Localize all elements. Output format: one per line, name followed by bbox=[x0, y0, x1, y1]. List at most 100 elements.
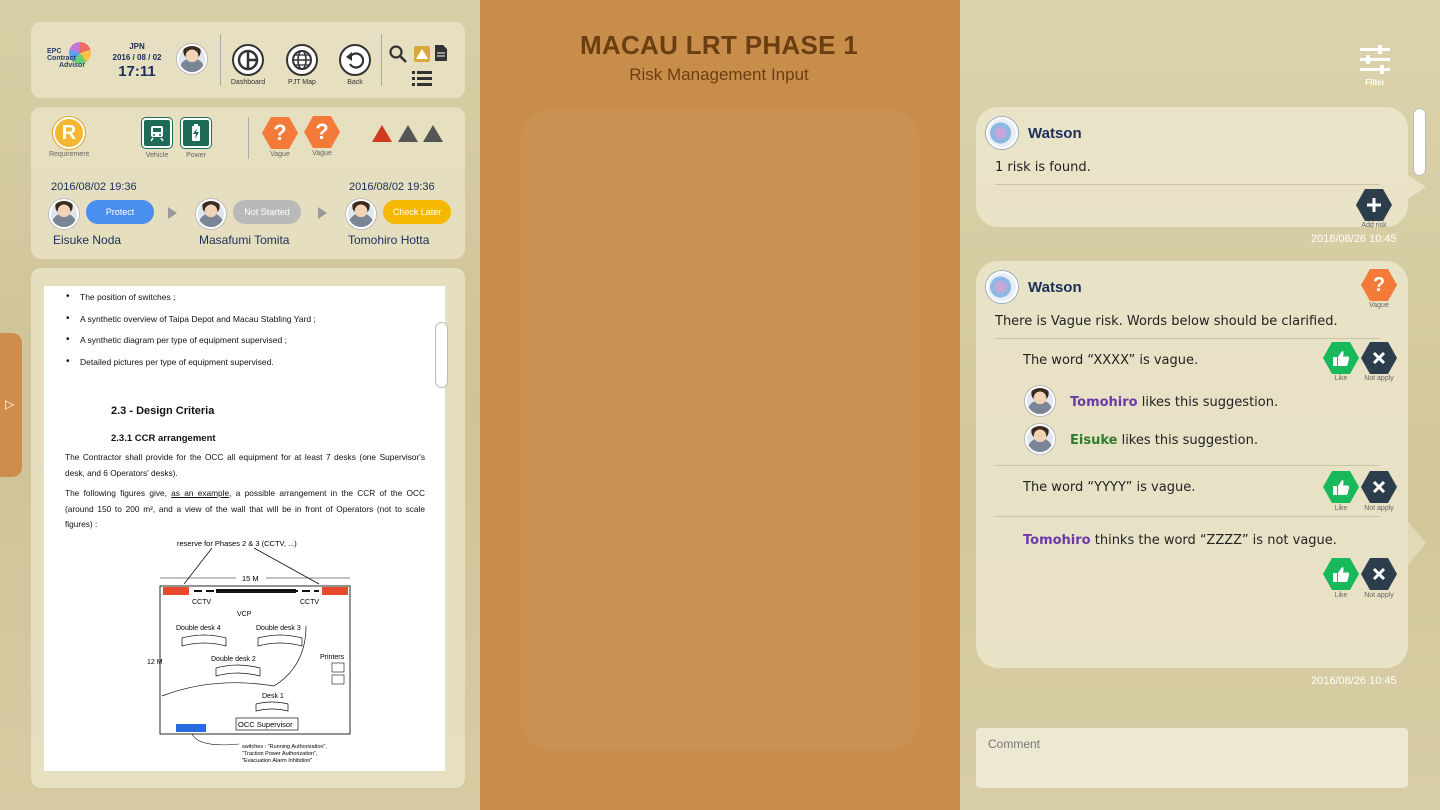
center-background bbox=[480, 0, 960, 810]
like-button[interactable] bbox=[1323, 471, 1359, 503]
workflow-date: 2016/08/02 19:36 bbox=[349, 181, 435, 193]
cctv-label: CCTV bbox=[300, 599, 319, 606]
search-icon[interactable] bbox=[388, 44, 408, 64]
page-subtitle: Risk Management Input bbox=[629, 65, 809, 84]
watson-message-card: Watson 1 risk is found. Add risk bbox=[976, 107, 1426, 229]
desk-label: Double desk 4 bbox=[176, 625, 221, 632]
list-icon[interactable] bbox=[412, 70, 432, 86]
ccr-layout-diagram: reserve for Phases 2 & 3 (CCTV, ...) 15 … bbox=[147, 539, 351, 764]
user-name-link[interactable]: Tomohiro bbox=[1023, 533, 1091, 548]
vague-badge-icon[interactable]: ? bbox=[1361, 269, 1397, 301]
paragraph-underline: as an example bbox=[171, 488, 230, 498]
divider bbox=[995, 465, 1380, 466]
logo-text: Advisor bbox=[59, 62, 86, 69]
plus-icon bbox=[1367, 198, 1381, 212]
desk-label: Desk 1 bbox=[262, 693, 284, 700]
logo-text: Contract bbox=[47, 55, 76, 62]
back-button[interactable]: Back bbox=[334, 44, 376, 86]
not-apply-button[interactable] bbox=[1361, 558, 1397, 590]
like-button[interactable] bbox=[1323, 558, 1359, 590]
user-name-link[interactable]: Tomohiro bbox=[1070, 395, 1138, 410]
thumbs-up-icon bbox=[1333, 567, 1350, 582]
status-pill-label: Protect bbox=[105, 207, 135, 217]
filter-label: Filter bbox=[1365, 78, 1385, 87]
opinion-activity: Tomohiro thinks the word “ZZZZ” is not v… bbox=[1023, 533, 1337, 548]
supervisor-label: OCC Supervisor bbox=[238, 720, 293, 729]
comment-input[interactable] bbox=[976, 728, 1408, 788]
requirement-badge[interactable]: R bbox=[53, 117, 85, 149]
message-text: 1 risk is found. bbox=[995, 160, 1091, 175]
not-apply-label: Not apply bbox=[1364, 375, 1394, 382]
vague-label: Vague bbox=[312, 150, 332, 157]
vehicle-icon[interactable] bbox=[142, 118, 172, 148]
requirement-letter: R bbox=[61, 121, 77, 144]
user-avatar[interactable] bbox=[49, 199, 79, 229]
user-avatar[interactable] bbox=[346, 199, 376, 229]
list-item: A synthetic overview of Taipa Depot and … bbox=[66, 313, 316, 336]
status-pill-not-started[interactable]: Not Started bbox=[233, 200, 301, 224]
divider bbox=[248, 117, 249, 159]
assignee-name: Tomohiro Hotta bbox=[348, 233, 430, 247]
list-item: The position of switches ; bbox=[66, 291, 316, 314]
watson-avatar bbox=[986, 117, 1018, 149]
user-avatar[interactable] bbox=[1025, 386, 1055, 416]
document-icon[interactable] bbox=[434, 44, 448, 62]
switches-note: switches : "Running Authorization", bbox=[242, 744, 327, 750]
date-label: 2016 / 08 / 02 bbox=[112, 53, 162, 62]
warning-triangle-icon[interactable] bbox=[423, 125, 443, 142]
side-drawer-tab[interactable]: ▷ bbox=[0, 333, 22, 477]
user-avatar[interactable] bbox=[1025, 424, 1055, 454]
workflow-date: 2016/08/02 19:36 bbox=[51, 181, 137, 193]
pjt-map-label: PJT Map bbox=[288, 79, 316, 86]
header-tools bbox=[388, 44, 448, 88]
not-apply-button[interactable] bbox=[1361, 342, 1397, 374]
sender-name: Watson bbox=[1028, 125, 1082, 142]
document-scrollbar[interactable] bbox=[435, 322, 448, 388]
document-viewer[interactable]: The position of switches ; A synthetic o… bbox=[44, 286, 445, 771]
warning-triangle-icon[interactable] bbox=[398, 125, 418, 142]
status-pill-label: Check Later bbox=[392, 207, 442, 217]
cctv-label: CCTV bbox=[192, 599, 211, 606]
section-heading: 2.3 - Design Criteria bbox=[111, 405, 215, 417]
not-apply-button[interactable] bbox=[1361, 471, 1397, 503]
chat-scrollbar[interactable] bbox=[1413, 108, 1426, 176]
warning-triangle-icon[interactable] bbox=[372, 125, 392, 142]
dashboard-button[interactable]: Dashboard bbox=[227, 44, 269, 86]
activity-text: likes this suggestion. bbox=[1137, 395, 1279, 410]
divider bbox=[995, 516, 1380, 517]
assignee-name: Eisuke Noda bbox=[53, 233, 122, 247]
power-icon[interactable] bbox=[181, 118, 211, 148]
like-activity: Eisuke likes this suggestion. bbox=[1070, 433, 1258, 448]
suggestion-text: The word “YYYY” is vague. bbox=[1023, 480, 1196, 495]
reserve-label: reserve for Phases 2 & 3 (CCTV, ...) bbox=[177, 539, 297, 548]
assignee-name: Masafumi Tomita bbox=[199, 233, 290, 247]
risk-mark: ? bbox=[315, 119, 329, 144]
paragraph: The Contractor shall provide for the OCC… bbox=[65, 452, 425, 478]
user-avatar[interactable] bbox=[177, 44, 207, 74]
app-logo[interactable]: EPC Contract Advisor bbox=[47, 42, 97, 69]
alert-icon[interactable] bbox=[414, 46, 430, 62]
suggestion-text: The word “XXXX” is vague. bbox=[1023, 353, 1199, 368]
message-timestamp: 2016/08/26 10:45 bbox=[1311, 233, 1397, 245]
vague-risk-icon[interactable]: ? bbox=[262, 117, 298, 149]
play-icon: ▷ bbox=[5, 397, 15, 411]
width-label: 15 M bbox=[242, 574, 259, 583]
close-icon bbox=[1372, 351, 1386, 365]
vague-risk-icon[interactable]: ? bbox=[304, 116, 340, 148]
add-risk-button[interactable] bbox=[1356, 189, 1392, 221]
status-pill-check-later[interactable]: Check Later bbox=[383, 200, 451, 224]
list-item: A synthetic diagram per type of equipmen… bbox=[66, 334, 316, 357]
vague-badge-label: Vague bbox=[1369, 302, 1389, 309]
user-name-link[interactable]: Eisuke bbox=[1070, 433, 1117, 448]
logo-text: EPC bbox=[47, 48, 62, 55]
list-item: Detailed pictures per type of equipment … bbox=[66, 356, 316, 379]
filter-button[interactable]: Filter bbox=[1354, 44, 1396, 87]
thumbs-up-icon bbox=[1333, 480, 1350, 495]
clock: JPN 2016 / 08 / 02 17:11 bbox=[109, 42, 165, 80]
pjt-map-button[interactable]: PJT Map bbox=[281, 44, 323, 86]
status-pill-protect[interactable]: Protect bbox=[86, 200, 154, 224]
printers-label: Printers bbox=[320, 654, 345, 661]
like-button[interactable] bbox=[1323, 342, 1359, 374]
user-avatar[interactable] bbox=[196, 199, 226, 229]
like-activity: Tomohiro likes this suggestion. bbox=[1070, 395, 1278, 410]
